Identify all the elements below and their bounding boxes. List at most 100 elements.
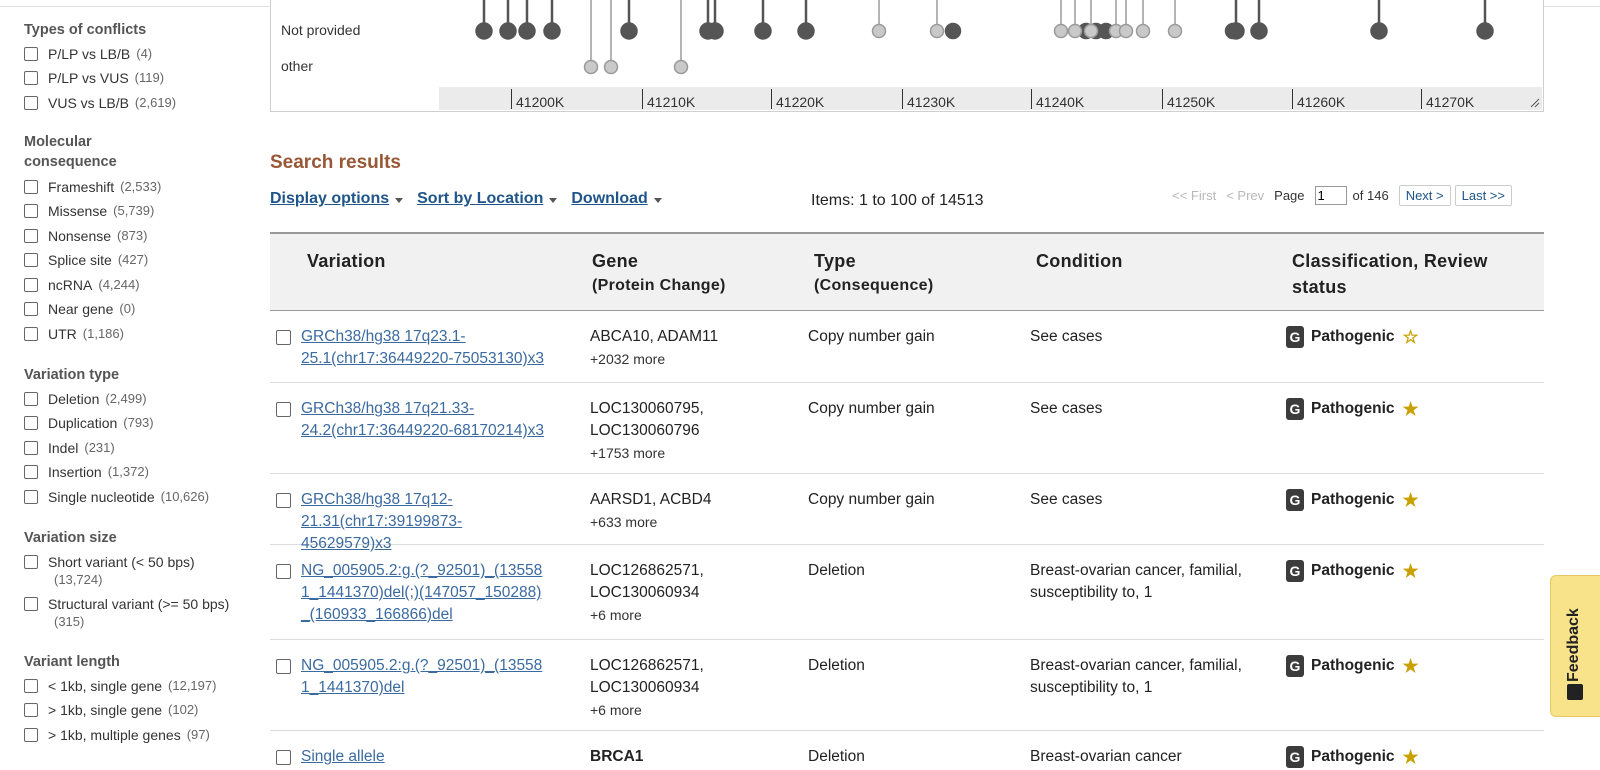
condition-cell[interactable]: Breast-ovarian cancer xyxy=(1030,746,1182,768)
checkbox[interactable] xyxy=(24,490,38,504)
checkbox[interactable] xyxy=(24,180,38,194)
facet-item[interactable]: P/LP vs VUS (119) xyxy=(24,69,164,87)
search-results-title: Search results xyxy=(270,152,401,173)
checkbox[interactable] xyxy=(24,441,38,455)
facet-label: Indel xyxy=(48,440,79,456)
row-checkbox[interactable] xyxy=(276,493,291,508)
facet-label: > 1kb, multiple genes xyxy=(48,727,181,743)
variation-link[interactable]: NG_005905.2:g.(?_92501)_(135581_1441370)… xyxy=(301,655,546,699)
facet-item[interactable]: Indel (231) xyxy=(24,439,115,457)
sort-by-menu[interactable]: Sort by Location xyxy=(417,190,558,208)
results-toolbar: Display options Sort by Location Downloa… xyxy=(270,190,662,208)
classification-cell: G Pathogenic ☆ xyxy=(1286,326,1419,348)
facet-item[interactable]: VUS vs LB/B (2,619) xyxy=(24,94,176,112)
facet-item[interactable]: Short variant (< 50 bps) (13,724) xyxy=(24,553,195,589)
facet-item[interactable]: ncRNA (4,244) xyxy=(24,276,140,294)
facet-item[interactable]: Nonsense (873) xyxy=(24,227,147,245)
display-options-label: Display options xyxy=(270,190,390,207)
variation-link[interactable]: GRCh38/hg38 17q23.1-25.1(chr17:36449220-… xyxy=(301,326,551,370)
facet-count: (873) xyxy=(117,228,148,243)
classification-cell: G Pathogenic ★ xyxy=(1286,489,1419,511)
variation-link[interactable]: GRCh38/hg38 17q21.33-24.2(chr17:36449220… xyxy=(301,398,551,442)
variant-lollipop-track[interactable] xyxy=(271,0,1543,86)
checkbox[interactable] xyxy=(24,597,38,611)
feedback-tab[interactable]: Feedback xyxy=(1550,575,1600,717)
checkbox[interactable] xyxy=(24,204,38,218)
facet-item[interactable]: Structural variant (>= 50 bps) (315) xyxy=(24,595,229,631)
row-checkbox[interactable] xyxy=(276,402,291,417)
more-genes[interactable]: +2032 more xyxy=(590,348,718,370)
facet-item[interactable]: Splice site (427) xyxy=(24,251,148,269)
star-filled-icon: ★ xyxy=(1402,490,1419,510)
checkbox[interactable] xyxy=(24,703,38,717)
checkbox[interactable] xyxy=(24,47,38,61)
ruler-tick: 41260K xyxy=(1292,89,1345,110)
resize-handle-icon[interactable] xyxy=(1530,98,1540,108)
germline-badge: G xyxy=(1286,489,1304,511)
row-checkbox[interactable] xyxy=(276,659,291,674)
column-header-type[interactable]: Type (Consequence) xyxy=(814,248,933,298)
facet-item[interactable]: > 1kb, multiple genes (97) xyxy=(24,726,210,744)
column-header-condition[interactable]: Condition xyxy=(1036,248,1123,274)
classification-cell: G Pathogenic ★ xyxy=(1286,746,1419,768)
checkbox[interactable] xyxy=(24,278,38,292)
checkbox[interactable] xyxy=(24,392,38,406)
facet-item[interactable]: Frameshift (2,533) xyxy=(24,178,161,196)
facet-item[interactable]: Insertion (1,372) xyxy=(24,463,149,481)
ruler-tick: 41270K xyxy=(1421,89,1474,110)
checkbox[interactable] xyxy=(24,229,38,243)
last-page-button[interactable]: Last >> xyxy=(1454,185,1512,206)
facet-item[interactable]: > 1kb, single gene (102) xyxy=(24,701,198,719)
next-page-button[interactable]: Next > xyxy=(1398,185,1451,206)
row-checkbox[interactable] xyxy=(276,564,291,579)
header-sublabel: (Protein Change) xyxy=(592,277,726,294)
condition-cell[interactable]: Breast-ovarian cancer, familial, suscept… xyxy=(1030,560,1260,604)
facet-item[interactable]: UTR (1,186) xyxy=(24,325,124,343)
sequence-track-viewer[interactable]: Not provided other 41200K 41210K 41220K … xyxy=(270,0,1544,112)
facet-item[interactable]: P/LP vs LB/B (4) xyxy=(24,45,152,63)
first-page-link[interactable]: << First xyxy=(1172,188,1216,203)
row-checkbox[interactable] xyxy=(276,330,291,345)
classification-cell: G Pathogenic ★ xyxy=(1286,398,1419,420)
checkbox[interactable] xyxy=(24,728,38,742)
facet-types-of-conflicts: Types of conflicts P/LP vs LB/B (4) P/LP … xyxy=(24,20,254,111)
condition-cell[interactable]: See cases xyxy=(1030,326,1102,348)
more-genes[interactable]: +6 more xyxy=(590,699,750,721)
condition-cell[interactable]: See cases xyxy=(1030,489,1102,511)
gene-cell[interactable]: BRCA1 xyxy=(590,746,643,768)
checkbox[interactable] xyxy=(24,679,38,693)
facet-item[interactable]: Near gene (0) xyxy=(24,300,135,318)
column-header-gene[interactable]: Gene (Protein Change) xyxy=(592,248,726,298)
facet-item[interactable]: Deletion (2,499) xyxy=(24,390,147,408)
more-genes[interactable]: +1753 more xyxy=(590,442,750,464)
checkbox[interactable] xyxy=(24,327,38,341)
row-checkbox[interactable] xyxy=(276,750,291,765)
prev-page-link[interactable]: < Prev xyxy=(1226,188,1264,203)
download-menu[interactable]: Download xyxy=(571,190,662,208)
germline-badge: G xyxy=(1286,326,1304,348)
condition-cell[interactable]: See cases xyxy=(1030,398,1102,420)
more-genes[interactable]: +6 more xyxy=(590,604,750,626)
checkbox[interactable] xyxy=(24,71,38,85)
facet-variant-length: Variant length < 1kb, single gene (12,197… xyxy=(24,652,254,743)
checkbox[interactable] xyxy=(24,96,38,110)
checkbox[interactable] xyxy=(24,465,38,479)
column-header-variation[interactable]: Variation xyxy=(307,248,386,274)
checkbox[interactable] xyxy=(24,253,38,267)
facet-item[interactable]: Duplication (793) xyxy=(24,414,154,432)
checkbox[interactable] xyxy=(24,416,38,430)
condition-cell[interactable]: Breast-ovarian cancer, familial, suscept… xyxy=(1030,655,1260,699)
facet-item[interactable]: Missense (5,739) xyxy=(24,202,154,220)
facet-item[interactable]: < 1kb, single gene (12,197) xyxy=(24,677,216,695)
facet-count: (13,724) xyxy=(54,572,103,587)
column-header-classification[interactable]: Classification, Review status xyxy=(1292,248,1522,300)
checkbox[interactable] xyxy=(24,302,38,316)
display-options-menu[interactable]: Display options xyxy=(270,190,404,208)
page-number-input[interactable] xyxy=(1314,186,1347,205)
more-genes[interactable]: +633 more xyxy=(590,511,711,533)
variation-link[interactable]: NG_005905.2:g.(?_92501)_(135581_1441370)… xyxy=(301,560,546,626)
facet-label: Structural variant (>= 50 bps) xyxy=(48,596,230,612)
checkbox[interactable] xyxy=(24,555,38,569)
facet-item[interactable]: Single nucleotide (10,626) xyxy=(24,488,209,506)
variation-link[interactable]: Single allele xyxy=(301,746,551,768)
